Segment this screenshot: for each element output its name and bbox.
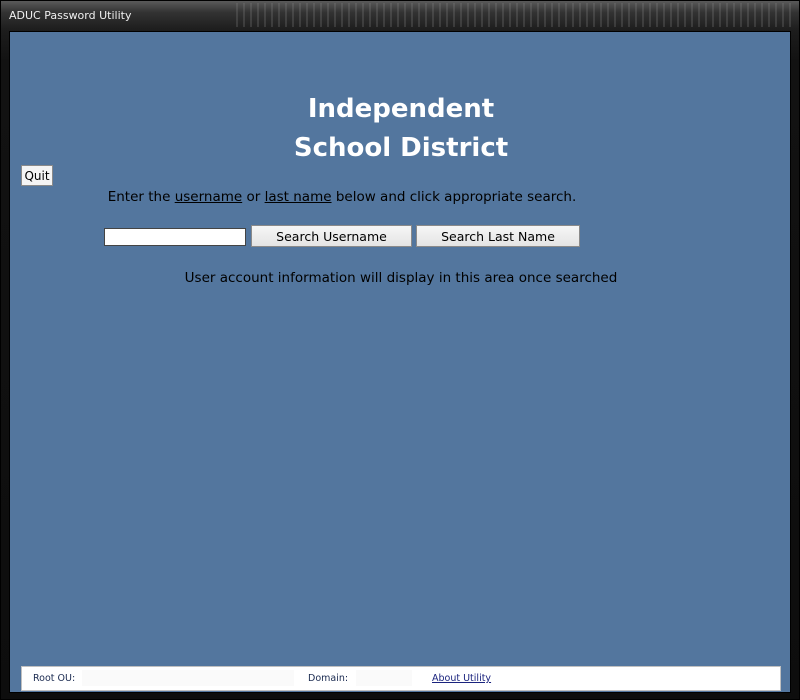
instructions-text: Enter the username or last name below an… xyxy=(10,189,674,205)
page-title: Independent School District xyxy=(10,90,792,168)
instructions-prefix: Enter the xyxy=(107,189,175,205)
title-bar-background xyxy=(236,3,796,27)
domain-label: Domain: xyxy=(308,673,349,684)
instructions-username-word: username xyxy=(174,189,243,205)
status-bar: Root OU: Domain: About Utility xyxy=(21,666,781,691)
title-bar[interactable]: ADUC Password Utility xyxy=(1,1,799,29)
page-title-line-2: School District xyxy=(293,133,509,163)
root-ou-label: Root OU: xyxy=(33,673,76,684)
quit-button[interactable]: Quit xyxy=(21,165,53,186)
root-ou-value xyxy=(82,670,294,686)
result-message: User account information will display in… xyxy=(184,270,618,286)
domain-value xyxy=(356,670,412,686)
instructions-suffix: below and click appropriate search. xyxy=(331,189,577,205)
app-window: ADUC Password Utility Independent School… xyxy=(0,0,800,700)
search-username-button[interactable]: Search Username xyxy=(251,225,412,247)
search-input[interactable] xyxy=(104,228,246,246)
instructions-lastname-word: last name xyxy=(264,189,332,205)
window-title: ADUC Password Utility xyxy=(9,9,132,22)
main-panel: Independent School District Quit Enter t… xyxy=(9,31,791,693)
search-lastname-button[interactable]: Search Last Name xyxy=(416,225,580,247)
about-utility-link[interactable]: About Utility xyxy=(432,673,491,684)
instructions-or: or xyxy=(242,189,265,205)
page-title-line-1: Independent xyxy=(307,94,495,124)
